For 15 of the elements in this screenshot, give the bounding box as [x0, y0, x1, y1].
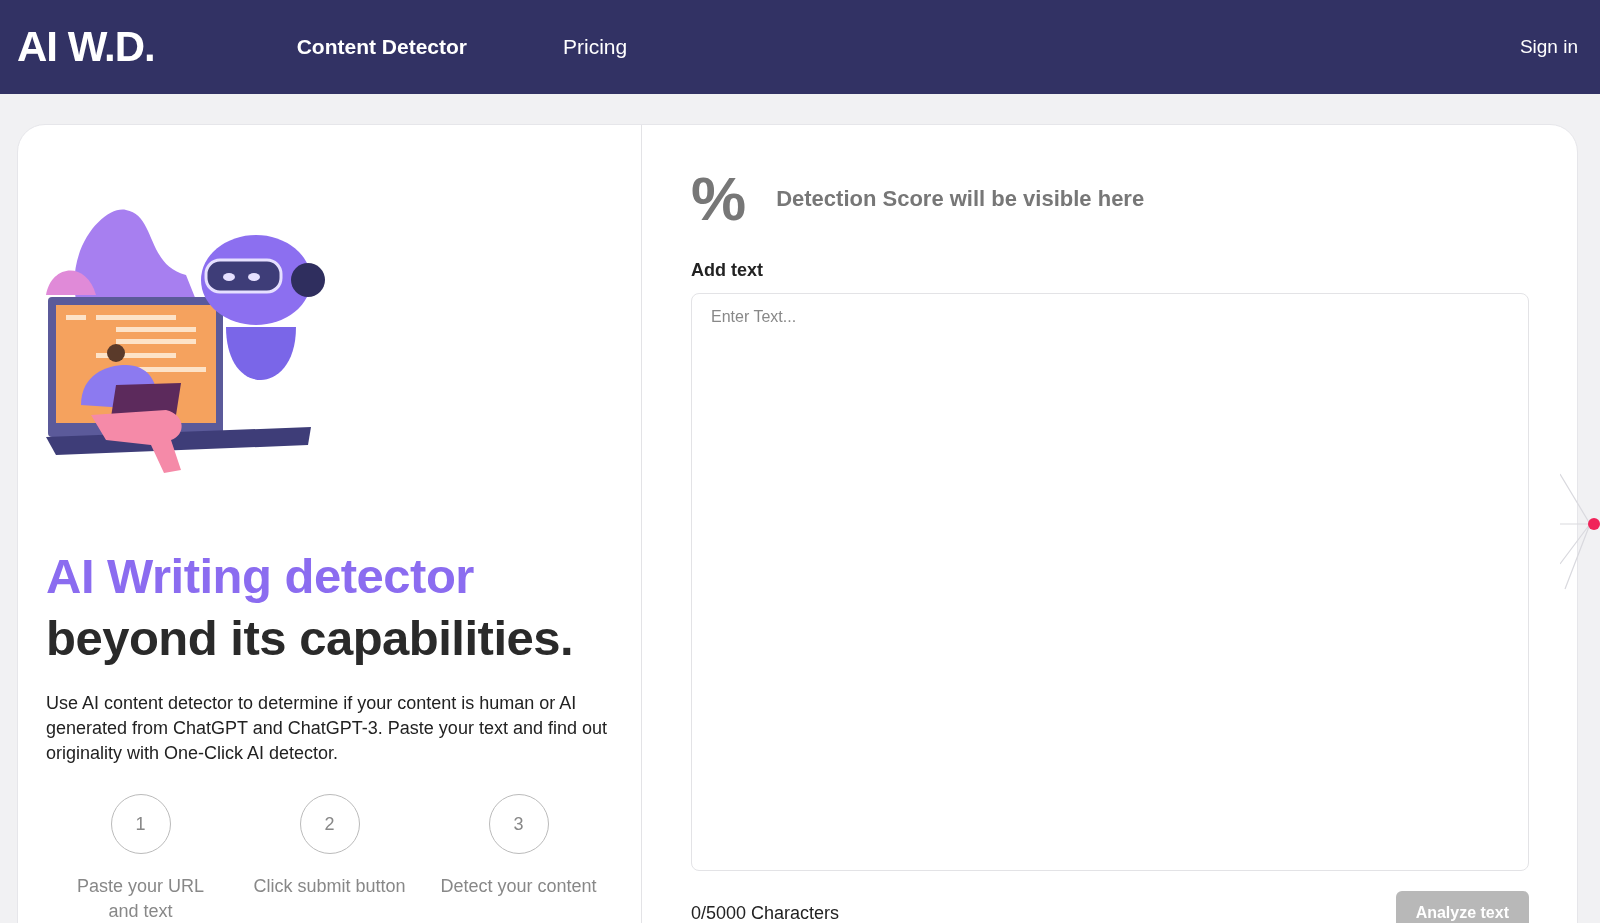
- field-label: Add text: [691, 260, 764, 281]
- step-label: Paste your URL and text: [75, 875, 206, 923]
- step-label: Click submit button: [252, 875, 407, 898]
- description-text: Use AI content detector to determine if your content is human or AI generated from ChatGPT and ChatGPT-3. Paste your text and find out originality with One-Click AI detector.: [46, 692, 608, 765]
- sign-in-link[interactable]: Sign in: [1519, 36, 1578, 58]
- score-placeholder-text: Detection Score will be visible here: [776, 185, 1145, 212]
- percent-symbol: %: [691, 163, 747, 234]
- step-number: 1: [110, 794, 171, 854]
- character-count: 0/5000 Characters: [691, 902, 840, 923]
- page-heading: AI Writing detector beyond its capabilities.: [46, 548, 575, 667]
- logo[interactable]: AI W.D.: [17, 23, 155, 71]
- text-input-field[interactable]: Enter Text...: [691, 293, 1529, 871]
- nav-link[interactable]: Pricing: [563, 35, 628, 59]
- nav-link[interactable]: Content Detector: [296, 35, 467, 59]
- step-label: Detect your content: [439, 875, 598, 898]
